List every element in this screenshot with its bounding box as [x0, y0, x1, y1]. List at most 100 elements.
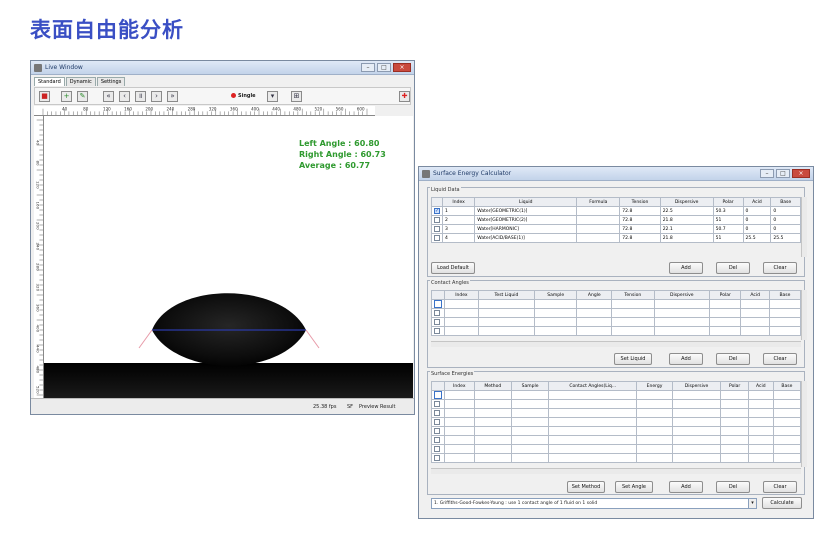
column-header[interactable]: Dispersive: [653, 290, 711, 300]
minimize-icon[interactable]: –: [361, 63, 375, 72]
column-header[interactable]: Method: [473, 381, 512, 391]
tab-standard[interactable]: Standard: [34, 77, 65, 86]
column-header[interactable]: Dispersive: [671, 381, 722, 391]
angle-scrollbar[interactable]: [801, 290, 807, 340]
angle-del-button[interactable]: Del: [716, 353, 750, 365]
column-header[interactable]: Liquid: [474, 197, 578, 207]
angle-clear-button[interactable]: Clear: [763, 353, 797, 365]
energy-hscrollbar[interactable]: [431, 468, 801, 474]
column-header[interactable]: Base: [770, 197, 801, 207]
table-row[interactable]: [431, 435, 802, 445]
capture-icon[interactable]: ▾: [267, 91, 278, 102]
last-frame-icon[interactable]: »: [167, 91, 178, 102]
row-checkbox[interactable]: [434, 234, 440, 241]
tab-dynamic[interactable]: Dynamic: [65, 77, 96, 86]
column-header[interactable]: Index: [444, 381, 475, 391]
column-header[interactable]: Polar: [712, 197, 744, 207]
row-checkbox[interactable]: [434, 427, 440, 434]
liquid-add-button[interactable]: Add: [669, 262, 703, 274]
column-header[interactable]: Tension: [611, 290, 655, 300]
tab-settings[interactable]: Settings: [96, 77, 126, 86]
column-header[interactable]: Sample: [510, 381, 550, 391]
table-row[interactable]: [431, 326, 802, 336]
energy-scrollbar[interactable]: [801, 381, 807, 467]
liquid-scrollbar[interactable]: [801, 197, 807, 257]
column-header[interactable]: Contact Angles(Liq...: [548, 381, 638, 391]
row-checkbox[interactable]: [434, 400, 440, 407]
table-row[interactable]: ✓ 1 Water[GEOMETRIC(1)] 72.8 22.5 50.3 0 0: [431, 206, 801, 216]
column-header[interactable]: Angle: [576, 290, 613, 300]
next-frame-icon[interactable]: ›: [151, 91, 162, 102]
column-header[interactable]: Acid: [742, 197, 772, 207]
pause-icon[interactable]: ॥: [135, 91, 146, 102]
row-checkbox[interactable]: [434, 445, 440, 452]
row-checkbox[interactable]: [434, 216, 440, 223]
load-default-button[interactable]: Load Default: [431, 262, 475, 274]
liquid-del-button[interactable]: Del: [716, 262, 750, 274]
live-window-titlebar[interactable]: Live Window – □ ×: [31, 61, 414, 75]
add-icon[interactable]: +: [61, 91, 72, 102]
row-checkbox[interactable]: [434, 391, 442, 399]
row-checkbox[interactable]: [434, 418, 440, 425]
table-row[interactable]: [431, 444, 802, 454]
column-header[interactable]: Base: [768, 290, 802, 300]
column-header[interactable]: Base: [772, 381, 802, 391]
table-row[interactable]: [431, 399, 802, 409]
column-header[interactable]: [431, 290, 445, 300]
calculate-button[interactable]: Calculate: [762, 497, 802, 509]
table-row[interactable]: [431, 390, 802, 400]
column-header[interactable]: Acid: [740, 290, 770, 300]
row-checkbox[interactable]: [434, 318, 440, 325]
maximize-icon[interactable]: □: [377, 63, 391, 72]
column-header[interactable]: Dispersive: [659, 197, 714, 207]
table-row[interactable]: 4 Water[ACID/BASE(1)] 72.8 21.8 51 25.5 25.5: [431, 233, 801, 243]
row-checkbox[interactable]: [434, 436, 440, 443]
table-row[interactable]: [431, 317, 802, 327]
table-row[interactable]: 2 Water[GEOMETRIC(2)] 72.8 21.8 51 0 0: [431, 215, 801, 225]
set-angle-button[interactable]: Set Angle: [615, 481, 653, 493]
table-row[interactable]: 3 Water[HARMONIC] 72.8 22.1 50.7 0 0: [431, 224, 801, 234]
row-checkbox[interactable]: [434, 454, 440, 461]
row-checkbox[interactable]: [434, 300, 442, 308]
table-row[interactable]: [431, 417, 802, 427]
close-icon[interactable]: ×: [393, 63, 411, 72]
table-row[interactable]: [431, 308, 802, 318]
sec-window-titlebar[interactable]: Surface Energy Calculator – □ ×: [419, 167, 813, 181]
column-header[interactable]: Energy: [636, 381, 673, 391]
stop-icon[interactable]: ■: [39, 91, 50, 102]
column-header[interactable]: Sample: [533, 290, 578, 300]
minimize-icon[interactable]: –: [760, 169, 774, 178]
set-liquid-button[interactable]: Set Liquid: [614, 353, 652, 365]
table-row[interactable]: [431, 426, 802, 436]
table-row[interactable]: [431, 299, 802, 309]
first-frame-icon[interactable]: «: [103, 91, 114, 102]
single-mode-button[interactable]: Single: [231, 91, 256, 102]
method-select[interactable]: 1. Griffiths-Good-Fowkes-Young : use 1 c…: [431, 498, 757, 509]
exit-icon[interactable]: ✚: [399, 91, 410, 102]
close-icon[interactable]: ×: [792, 169, 810, 178]
angle-hscrollbar[interactable]: [431, 341, 801, 347]
column-header[interactable]: Acid: [747, 381, 774, 391]
row-checkbox[interactable]: [434, 309, 440, 316]
maximize-icon[interactable]: □: [776, 169, 790, 178]
column-header[interactable]: [431, 197, 443, 207]
liquid-clear-button[interactable]: Clear: [763, 262, 797, 274]
row-checkbox[interactable]: ✓: [434, 207, 440, 214]
column-header[interactable]: Polar: [720, 381, 749, 391]
energy-del-button[interactable]: Del: [716, 481, 750, 493]
row-checkbox[interactable]: [434, 225, 440, 232]
column-header[interactable]: Polar: [709, 290, 742, 300]
column-header[interactable]: Index: [444, 290, 479, 300]
angle-add-button[interactable]: Add: [669, 353, 703, 365]
row-checkbox[interactable]: [434, 327, 440, 334]
column-header[interactable]: Test Liquid: [477, 290, 535, 300]
table-row[interactable]: [431, 453, 802, 463]
table-row[interactable]: [431, 408, 802, 418]
energy-add-button[interactable]: Add: [669, 481, 703, 493]
column-header[interactable]: [431, 381, 445, 391]
column-header[interactable]: Formula: [576, 197, 621, 207]
row-checkbox[interactable]: [434, 409, 440, 416]
column-header[interactable]: Index: [441, 197, 476, 207]
prev-frame-icon[interactable]: ‹: [119, 91, 130, 102]
energy-clear-button[interactable]: Clear: [763, 481, 797, 493]
